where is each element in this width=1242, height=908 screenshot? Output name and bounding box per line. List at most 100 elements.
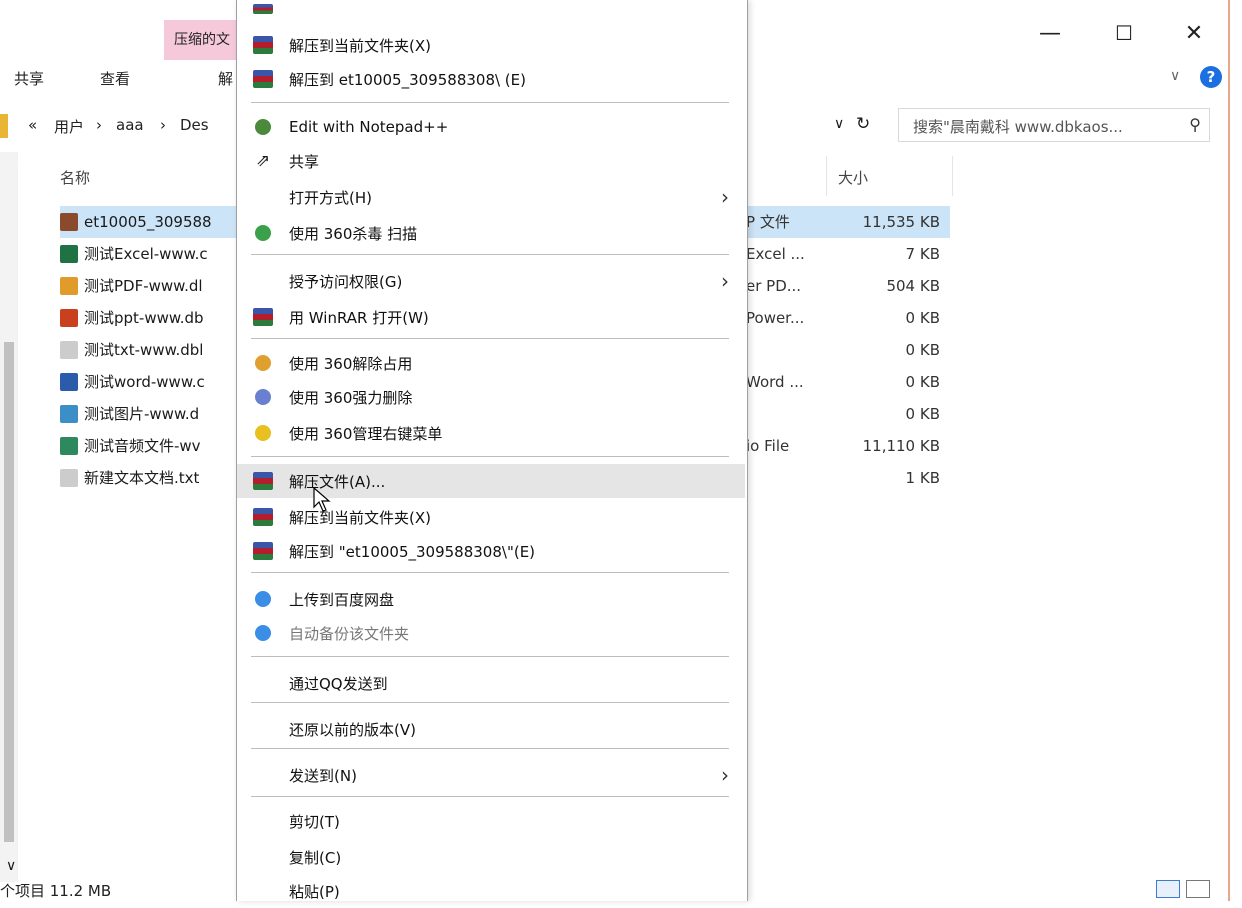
details-view-button[interactable] [1156, 880, 1180, 898]
breadcrumb-item-desktop[interactable]: Des [180, 116, 209, 134]
menu-item-label: 还原以前的版本(V) [289, 720, 416, 739]
menu-separator [251, 102, 729, 103]
unlock-360-icon [253, 353, 273, 373]
file-size: 504 KB [886, 277, 940, 295]
file-size: 0 KB [905, 405, 940, 423]
file-size: 0 KB [905, 309, 940, 327]
delete-360-icon [253, 387, 273, 407]
refresh-icon[interactable]: ↻ [856, 114, 870, 134]
file-size: 1 KB [905, 469, 940, 487]
menu-item-label: 解压到 "et10005_309588308\"(E) [289, 542, 536, 561]
menu-item-label: 使用 360解除占用 [289, 354, 413, 373]
menu-item[interactable]: 粘贴(P) [237, 874, 745, 908]
column-divider [826, 156, 827, 196]
file-name: 测试PDF-www.dl [84, 277, 203, 295]
scrollbar-thumb[interactable] [4, 342, 14, 842]
menu-item[interactable]: 使用 360强力删除 [237, 380, 745, 414]
menu-item[interactable]: 解压到 "et10005_309588308\"(E) [237, 534, 745, 568]
menu-item[interactable]: 使用 360管理右键菜单 [237, 416, 745, 450]
file-name-cell: 测试word-www.c [60, 366, 205, 398]
menu-item[interactable]: 使用 360杀毒 扫描 [237, 216, 745, 250]
file-name-cell: 测试图片-www.d [60, 398, 199, 430]
menu-item-label: Edit with Notepad++ [289, 118, 449, 136]
minimize-button[interactable]: — [1020, 8, 1080, 58]
ribbon-context-tab[interactable]: 压缩的文 [164, 20, 236, 60]
menu-item[interactable]: 通过QQ发送到 [237, 666, 745, 700]
close-button[interactable]: ✕ [1164, 8, 1224, 58]
winrar-icon [253, 507, 273, 527]
submenu-arrow-icon: › [721, 269, 729, 293]
file-name: 测试音频文件-wv [84, 437, 201, 455]
file-type: Power... [746, 309, 805, 327]
scroll-down-icon[interactable]: ∨ [6, 858, 16, 874]
menu-separator [251, 656, 729, 657]
menu-separator [251, 748, 729, 749]
ribbon-collapse-icon[interactable]: ∨ [1170, 68, 1180, 84]
view-switcher [1156, 880, 1216, 900]
tab-view[interactable]: 查看 [100, 64, 130, 94]
file-name: 测试txt-www.dbl [84, 341, 204, 359]
large-icons-view-button[interactable] [1186, 880, 1210, 898]
column-header-name[interactable]: 名称 [60, 160, 90, 196]
menu-item-label: 共享 [289, 152, 320, 171]
menu-item[interactable]: 解压到当前文件夹(X) [237, 28, 745, 62]
menu-item[interactable]: 用 WinRAR 打开(W) [237, 300, 745, 334]
menu-item-label: 解压到当前文件夹(X) [289, 36, 431, 55]
menu-item[interactable]: 剪切(T) [237, 804, 745, 838]
breadcrumb-separator: › [96, 116, 102, 134]
search-input[interactable]: 搜索"晨南戴科 www.dbkaos... ⚲ [898, 108, 1210, 142]
mouse-cursor-icon [313, 487, 331, 512]
menu-item-label: 发送到(N) [289, 766, 357, 785]
breadcrumb-item-aaa[interactable]: aaa [116, 116, 144, 134]
breadcrumb-overflow[interactable]: « [28, 116, 37, 134]
window-border [1228, 0, 1242, 901]
mp3-icon [60, 437, 78, 455]
winrar-icon [253, 541, 273, 561]
column-header-size[interactable]: 大小 [838, 160, 868, 196]
column-divider [952, 156, 953, 196]
history-dropdown-icon[interactable]: ∨ [834, 116, 844, 132]
menu-item[interactable]: 授予访问权限(G) › [237, 264, 745, 298]
file-size: 7 KB [905, 245, 940, 263]
file-size: 11,535 KB [862, 213, 940, 231]
breadcrumb-separator: › [160, 116, 166, 134]
tab-share[interactable]: 共享 [14, 64, 44, 94]
help-icon[interactable]: ? [1200, 66, 1222, 88]
txt-icon [60, 469, 78, 487]
tab-extract[interactable]: 解 [218, 64, 233, 94]
menu-item[interactable]: 使用 360解除占用 [237, 346, 745, 380]
shield-360-icon [253, 223, 273, 243]
menu-item-label: 授予访问权限(G) [289, 272, 403, 291]
scrollbar[interactable] [0, 152, 18, 882]
submenu-arrow-icon: › [721, 763, 729, 787]
menu-item[interactable]: 解压到 et10005_309588308\ (E) [237, 62, 745, 96]
menu-item[interactable]: 复制(C) [237, 840, 745, 874]
menu-item[interactable]: 发送到(N) › [237, 758, 745, 792]
menu-item[interactable]: 上传到百度网盘 [237, 582, 745, 616]
file-name: 测试ppt-www.db [84, 309, 204, 327]
breadcrumb[interactable]: « 用户 › aaa › Des [0, 108, 236, 144]
excel-icon [60, 245, 78, 263]
menu-item-label: 使用 360杀毒 扫描 [289, 224, 418, 243]
file-name-cell: et10005_309588 [60, 206, 212, 238]
maximize-button[interactable]: ☐ [1094, 8, 1154, 58]
file-name-cell: 测试PDF-www.dl [60, 270, 203, 302]
menu-item[interactable]: ⇗ 共享 [237, 144, 745, 178]
file-type: Excel ... [746, 245, 805, 263]
file-size: 11,110 KB [862, 437, 940, 455]
ppt-icon [60, 309, 78, 327]
menu-separator [251, 254, 729, 255]
file-name: 测试Excel-www.c [84, 245, 208, 263]
menu-item[interactable]: 自动备份该文件夹 [237, 616, 745, 650]
menu-separator [251, 572, 729, 573]
search-icon: ⚲ [1189, 115, 1201, 134]
menu-item[interactable]: Edit with Notepad++ [237, 110, 745, 144]
menu-item[interactable]: 打开方式(H) › [237, 180, 745, 214]
menu-item-label: 使用 360管理右键菜单 [289, 424, 443, 443]
file-name: 测试图片-www.d [84, 405, 200, 423]
menu-item[interactable]: 还原以前的版本(V) [237, 712, 745, 746]
breadcrumb-item-users[interactable]: 用户 [54, 116, 84, 137]
menu-item-label: 自动备份该文件夹 [289, 624, 410, 643]
txt-icon [60, 341, 78, 359]
notepad-icon [253, 117, 273, 137]
